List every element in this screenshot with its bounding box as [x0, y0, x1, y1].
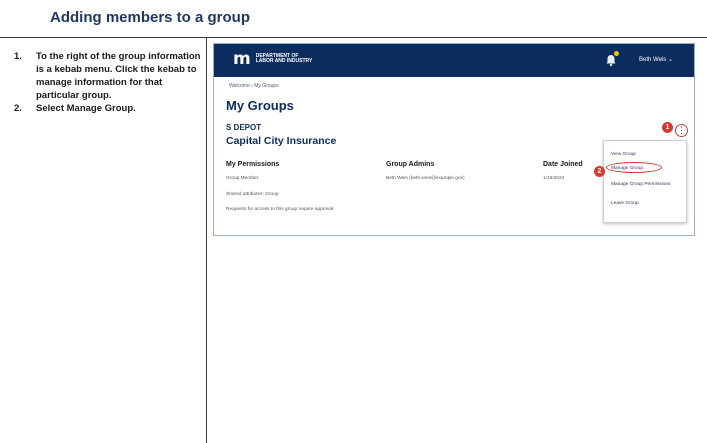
step-badge: 2: [594, 166, 605, 177]
step-list: 1. To the right of the group information…: [14, 50, 202, 115]
manage-group-highlight: [606, 162, 662, 173]
group-name: Capital City Insurance: [226, 135, 337, 147]
permission-value: Group Member: [226, 176, 259, 181]
step-number: 2.: [14, 103, 22, 114]
document-title: Adding members to a group: [50, 9, 251, 26]
step-text: To the right of the group information is…: [36, 51, 201, 101]
date-joined-value: 1/16/2024: [543, 176, 565, 181]
step-text: Select Manage Group.: [36, 102, 202, 115]
vertical-divider: [206, 37, 207, 443]
column-header-permissions: My Permissions: [226, 161, 280, 168]
step-item: 1. To the right of the group information…: [14, 50, 202, 102]
logo-line-2: LABOR AND INDUSTRY: [255, 58, 313, 64]
group-note: Shared attributes: Group: [226, 192, 279, 197]
app-screenshot: m DEPARTMENT OF LABOR AND INDUSTRY Beth …: [213, 43, 695, 236]
step-text-before: Select: [36, 103, 67, 114]
step-item: 2. Select Manage Group.: [14, 102, 202, 115]
step-badge: 1: [662, 122, 673, 133]
menu-item-view-group[interactable]: View Group: [611, 152, 636, 157]
menu-item-leave-group[interactable]: Leave Group: [611, 201, 639, 206]
kebab-menu-button[interactable]: ⋮: [675, 124, 688, 137]
breadcrumb[interactable]: Welcome › My Groups: [229, 83, 279, 89]
column-header-date: Date Joined: [543, 161, 583, 168]
kebab-dropdown-menu: View Group Manage Group Manage Group Per…: [603, 140, 687, 223]
menu-item-manage-permissions[interactable]: Manage Group Permissions: [611, 182, 670, 187]
group-note: Requests for access to this group requir…: [226, 207, 334, 212]
user-menu[interactable]: Beth Weis ⌄: [639, 56, 673, 63]
group-code: S DEPOT: [226, 123, 262, 132]
horizontal-divider: [0, 37, 707, 38]
page-title: My Groups: [226, 98, 294, 113]
logo-text: DEPARTMENT OF LABOR AND INDUSTRY: [255, 53, 313, 65]
column-header-admins: Group Admins: [386, 161, 435, 168]
kebab-icon: ⋮: [677, 125, 686, 135]
agency-logo[interactable]: m DEPARTMENT OF LABOR AND INDUSTRY: [233, 49, 313, 69]
app-header: m DEPARTMENT OF LABOR AND INDUSTRY Beth …: [214, 44, 694, 77]
logo-mark: m: [233, 49, 251, 69]
notification-dot-icon: [614, 51, 619, 56]
step-number: 1.: [14, 51, 22, 62]
step-text-after: .: [133, 103, 136, 114]
admin-value[interactable]: Beth Weis (beth.weis@example.gov): [386, 176, 465, 181]
step-text-strong: Manage Group: [66, 103, 134, 114]
